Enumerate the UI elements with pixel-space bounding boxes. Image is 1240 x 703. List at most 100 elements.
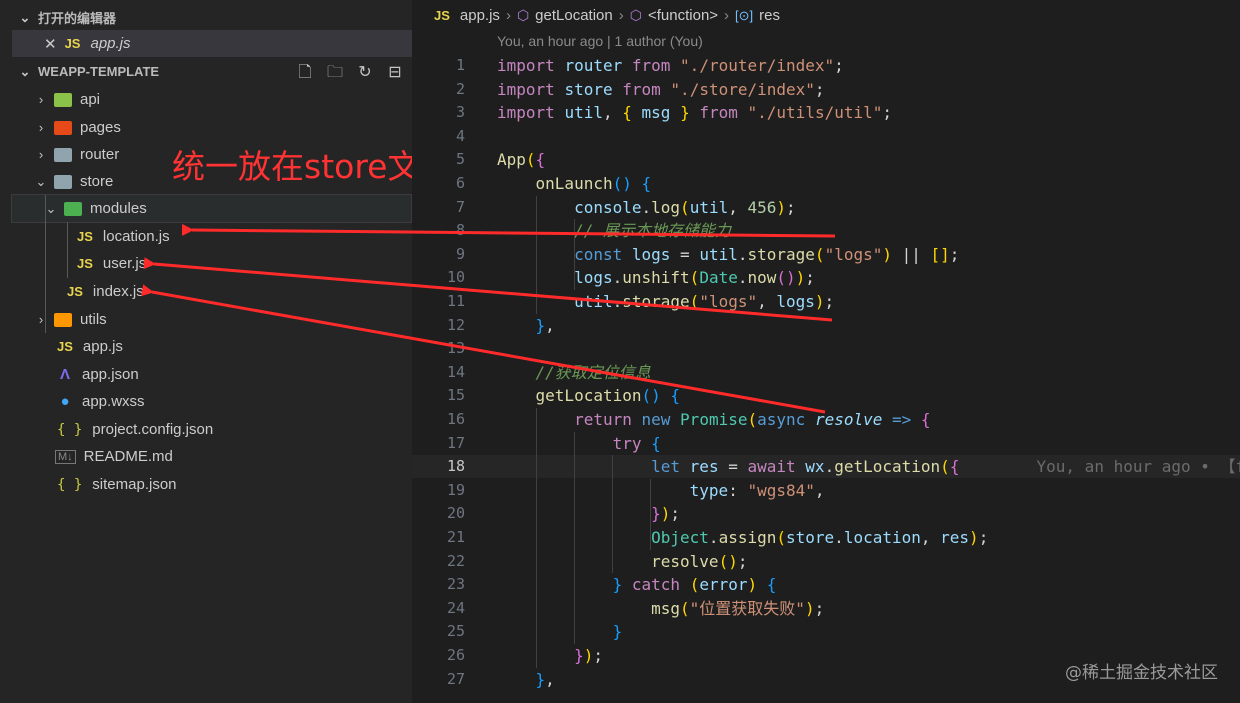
open-editor-item[interactable]: ✕ JS app.js <box>12 30 412 57</box>
code-line[interactable]: 3 import util, { msg } from "./utils/util… <box>412 101 1240 124</box>
code-token: ( <box>940 457 950 477</box>
code-line[interactable]: 15 getLocation() { <box>412 384 1240 407</box>
code-token: "./router/index" <box>680 56 835 75</box>
breadcrumb-symbol[interactable]: res <box>759 7 780 24</box>
code-line[interactable]: 12 }, <box>412 314 1240 337</box>
breadcrumb: JS app.js › ⬡ getLocation › ⬡ <function>… <box>434 7 780 24</box>
line-source: getLocation() { <box>497 384 681 407</box>
code-line[interactable]: 1 import router from "./router/index"; <box>412 54 1240 77</box>
tree-file-readme[interactable]: M↓ README.md <box>0 443 412 470</box>
code-token: storage <box>747 244 815 264</box>
code-token: location <box>843 528 921 547</box>
variable-symbol-icon: [⊙] <box>735 7 754 23</box>
chevron-down-icon: ⌄ <box>45 200 57 216</box>
code-token: { <box>670 386 681 406</box>
code-line[interactable]: 6 onLaunch() { <box>412 172 1240 195</box>
line-number: 19 <box>446 480 465 499</box>
new-folder-icon[interactable]: 🗀 <box>326 63 344 81</box>
tree-folder-pages[interactable]: › pages <box>0 114 412 141</box>
tree-file-app-wxss[interactable]: ● app.wxss <box>0 388 412 415</box>
tree-item-label: index.js <box>92 283 144 300</box>
breadcrumb-file[interactable]: app.js <box>460 7 500 24</box>
line-source: const logs = util.storage("logs") || []; <box>497 243 959 266</box>
code-token: , <box>757 292 777 311</box>
js-file-icon: JS <box>64 36 81 51</box>
tree-folder-modules[interactable]: ⌄ modules <box>11 194 412 223</box>
folder-icon <box>54 147 72 162</box>
code-token: => <box>892 410 912 429</box>
code-line[interactable]: 14 //获取定位信息 <box>412 361 1240 384</box>
app-json-icon: Λ <box>59 366 70 383</box>
code-token: ( <box>814 244 825 264</box>
code-token: store <box>786 528 835 547</box>
code-token: () <box>718 551 738 571</box>
tree-folder-utils[interactable]: › utils <box>0 306 412 333</box>
tree-file-project-config[interactable]: { } project.config.json <box>0 416 412 443</box>
line-number: 20 <box>446 504 465 523</box>
indent-guide <box>536 195 537 314</box>
code-token: ) <box>776 197 787 217</box>
refresh-icon[interactable]: ↻ <box>356 63 374 81</box>
breadcrumb-symbol[interactable]: <function> <box>648 7 718 24</box>
tree-file-user[interactable]: JS user.js <box>0 250 412 277</box>
chevron-down-icon[interactable]: ⌄ <box>18 10 32 26</box>
folder-utils-icon <box>54 312 72 327</box>
tree-file-sitemap[interactable]: { } sitemap.json <box>0 471 412 498</box>
line-source: }); <box>497 502 680 525</box>
chevron-down-icon[interactable]: ⌄ <box>18 64 32 80</box>
code-token: now <box>747 268 777 288</box>
code-token: from <box>622 79 661 99</box>
chevron-right-icon: › <box>38 312 44 327</box>
code-token: . <box>824 457 835 477</box>
tree-file-app-json[interactable]: Λ app.json <box>0 361 412 388</box>
code-token: } <box>612 575 623 595</box>
code-token: } <box>612 622 623 642</box>
js-file-icon: JS <box>67 284 83 299</box>
chevron-right-icon: › <box>618 7 624 24</box>
tree-folder-api[interactable]: › api <box>0 86 412 113</box>
chevron-right-icon: › <box>38 92 44 107</box>
code-line[interactable]: 2 import store from "./store/index"; <box>412 78 1240 101</box>
new-file-icon[interactable]: 🗋 <box>296 63 314 81</box>
code-line[interactable]: 5 App({ <box>412 148 1240 171</box>
line-source: let res = await wx.getLocation({ You, an… <box>497 455 1240 478</box>
breadcrumb-symbol[interactable]: getLocation <box>535 7 613 24</box>
tree-file-app-js[interactable]: JS app.js <box>0 333 412 360</box>
tree-file-location[interactable]: JS location.js <box>0 223 412 250</box>
code-token: return <box>574 410 632 429</box>
codelens-blame[interactable]: You, an hour ago | 1 author (You) <box>497 33 703 49</box>
tree-file-index[interactable]: JS index.js <box>0 278 412 305</box>
line-number: 12 <box>446 315 465 334</box>
folder-modules-icon <box>64 201 82 216</box>
line-number: 10 <box>446 268 465 287</box>
code-line[interactable]: 13 <box>412 337 1240 360</box>
code-token: resolve <box>651 551 719 571</box>
code-token: "位置获取失败" <box>689 598 805 618</box>
code-token: import <box>497 103 555 123</box>
close-icon[interactable]: ✕ <box>44 35 57 53</box>
line-source: }); <box>497 644 603 667</box>
open-editors-section[interactable]: ⌄ 打开的编辑器 <box>0 4 412 31</box>
code-token: storage <box>622 292 690 311</box>
code-token: () <box>641 386 661 406</box>
code-token: "wgs84" <box>747 480 815 500</box>
tree-item-label: api <box>80 91 101 108</box>
code-line[interactable]: 4 <box>412 125 1240 148</box>
line-number: 15 <box>446 386 465 405</box>
collapse-all-icon[interactable]: ⊟ <box>386 63 404 81</box>
tree-item-label: README.md <box>83 448 173 465</box>
code-token: logs <box>574 268 613 288</box>
line-number: 21 <box>446 528 465 546</box>
line-number: 9 <box>455 244 465 263</box>
code-token: () <box>612 174 632 193</box>
line-source: }, <box>497 668 555 691</box>
line-number: 7 <box>455 197 465 216</box>
code-editor[interactable]: JS app.js › ⬡ getLocation › ⬡ <function>… <box>412 0 1240 703</box>
